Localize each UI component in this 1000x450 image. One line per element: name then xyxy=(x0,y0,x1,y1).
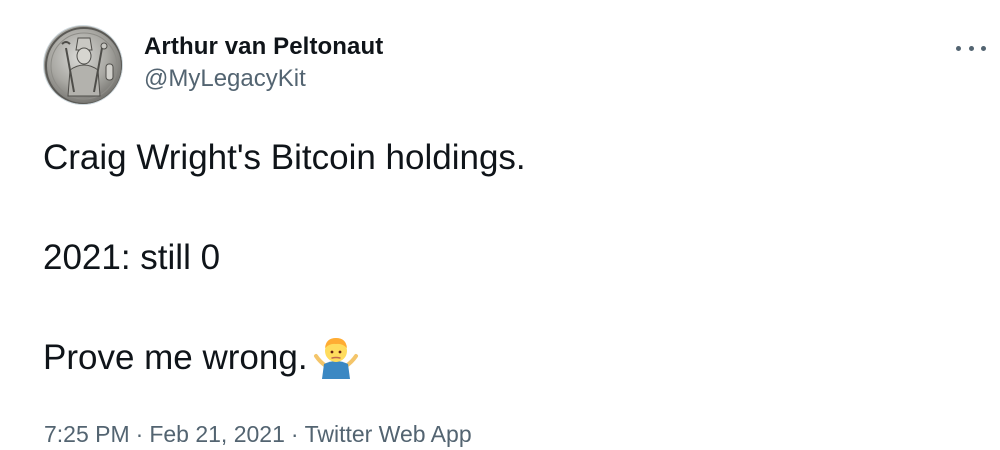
tweet-meta: 7:25 PM · Feb 21, 2021 · Twitter Web App xyxy=(44,421,472,448)
man-shrugging-emoji xyxy=(313,337,358,379)
more-dot-icon xyxy=(981,45,986,51)
tweet-line: 2021: still 0 xyxy=(43,238,221,277)
meta-separator: · xyxy=(135,421,144,447)
tweet-line: Prove me wrong. xyxy=(43,338,308,377)
more-dot-icon xyxy=(968,45,974,51)
tweet-text: Craig Wright's Bitcoin holdings. 2021: s… xyxy=(43,133,943,383)
more-options-button[interactable] xyxy=(956,38,986,58)
author-display-name[interactable]: Arthur van Peltonaut xyxy=(144,33,383,61)
avatar[interactable] xyxy=(43,25,123,105)
tweet-line: Craig Wright's Bitcoin holdings. xyxy=(43,138,526,177)
more-dot-icon xyxy=(956,45,961,51)
tweet-date[interactable]: Feb 21, 2021 xyxy=(149,421,285,447)
tweet-card: Arthur van Peltonaut @MyLegacyKit Craig … xyxy=(0,0,1000,450)
tweet-source-link[interactable]: Twitter Web App xyxy=(305,421,472,447)
meta-separator: · xyxy=(290,421,299,447)
tweet-last-line: Prove me wrong. xyxy=(43,333,943,383)
author-handle[interactable]: @MyLegacyKit xyxy=(144,65,306,93)
silver-coin-pharaoh-icon xyxy=(45,27,122,104)
tweet-time[interactable]: 7:25 PM xyxy=(44,421,130,447)
